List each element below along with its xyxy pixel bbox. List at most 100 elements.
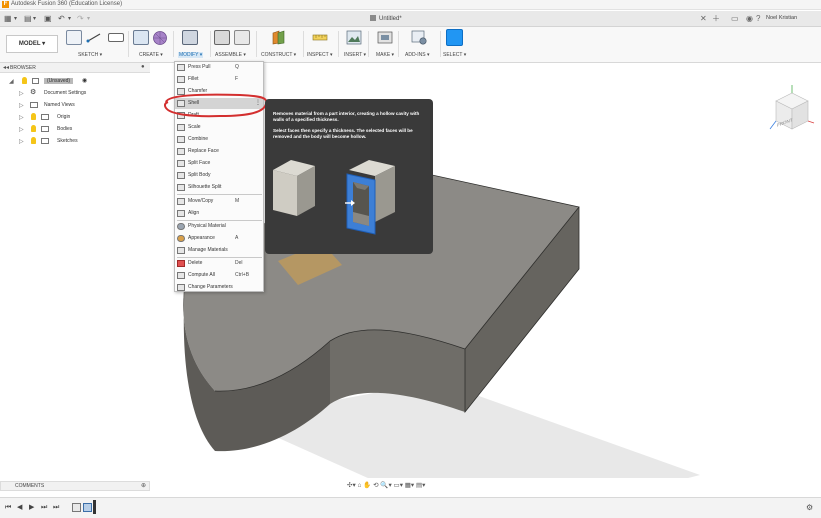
ribbon-divider: [368, 31, 369, 57]
menu-item-combine[interactable]: Combine: [175, 134, 263, 145]
add-comment-icon[interactable]: ⊕: [141, 482, 146, 489]
browser-item-origin[interactable]: ▷ Origin: [0, 112, 150, 123]
menu-item-silhouette-split[interactable]: Silhouette Split: [175, 182, 263, 193]
visibility-bulb-icon[interactable]: [31, 113, 36, 120]
menu-item-physical-material[interactable]: Physical Material: [175, 221, 263, 232]
menu-item-appearance[interactable]: Appearance A: [175, 233, 263, 244]
undo-icon[interactable]: ↶: [58, 14, 65, 24]
expand-icon[interactable]: ▷: [19, 90, 24, 97]
undo-chevron-icon[interactable]: ▾: [68, 14, 71, 24]
redo-chevron-icon[interactable]: ▾: [87, 14, 90, 24]
grid-menu-icon[interactable]: ▦: [4, 14, 12, 24]
menu-item-fillet[interactable]: Fillet F: [175, 74, 263, 85]
document-cube-icon: [370, 15, 376, 21]
addins-group-label[interactable]: ADD-INS ▾: [405, 52, 429, 58]
pin-icon[interactable]: ●: [141, 64, 145, 70]
step-forward-icon[interactable]: ⏭: [41, 503, 47, 513]
comments-panel-header[interactable]: COMMENTS ⊕: [0, 481, 150, 491]
help-icon[interactable]: ?: [756, 14, 760, 24]
menu-item-press-pull[interactable]: Press Pull Q: [175, 62, 263, 73]
offset-plane-icon[interactable]: [270, 30, 286, 45]
close-tab-icon[interactable]: ✕: [700, 14, 707, 24]
assemble-group-label[interactable]: ASSEMBLE ▾: [215, 52, 246, 58]
menu-item-label: Silhouette Split: [188, 184, 222, 190]
browser-item-sketches[interactable]: ▷ Sketches: [0, 136, 150, 147]
menu-item-compute-all[interactable]: Compute All Ctrl+B: [175, 270, 263, 281]
select-group-label[interactable]: SELECT ▾: [443, 52, 466, 58]
timeline-sketch-feature-icon[interactable]: [72, 503, 81, 512]
menu-item-delete[interactable]: Delete Del: [175, 258, 263, 269]
combine-icon: [177, 136, 185, 143]
title-bar: F Autodesk Fusion 360 (Education License…: [0, 0, 821, 10]
timeline-settings-gear-icon[interactable]: ⚙: [806, 503, 813, 512]
line-icon[interactable]: [86, 30, 102, 45]
expand-icon[interactable]: ▷: [19, 102, 24, 109]
user-account-name[interactable]: Noel Kristian: [766, 15, 797, 21]
tab-document[interactable]: Untitled*: [370, 14, 430, 25]
file-chevron-icon[interactable]: ▾: [33, 14, 36, 24]
play-icon[interactable]: ▶: [29, 503, 34, 513]
make-group-label[interactable]: MAKE ▾: [376, 52, 394, 58]
expand-icon[interactable]: ▷: [19, 126, 24, 133]
file-icon[interactable]: ▤: [24, 14, 32, 24]
menu-item-split-face[interactable]: Split Face: [175, 158, 263, 169]
create-group-label[interactable]: CREATE ▾: [139, 52, 163, 58]
3d-print-icon[interactable]: [377, 30, 393, 45]
menu-item-move-copy[interactable]: Move/Copy M: [175, 196, 263, 207]
notifications-icon[interactable]: ◉: [746, 14, 753, 24]
create-sketch-icon[interactable]: [66, 30, 82, 45]
browser-item-document-settings[interactable]: ▷ ⚙ Document Settings: [0, 88, 150, 99]
browser-root-item[interactable]: ◢ (Unsaved) ◉: [0, 76, 150, 87]
grid-menu-chevron-icon[interactable]: ▾: [14, 14, 17, 24]
press-pull-icon[interactable]: [182, 30, 198, 45]
menu-item-split-body[interactable]: Split Body: [175, 170, 263, 181]
modify-group-label[interactable]: MODIFY ▾: [178, 52, 204, 58]
collapse-arrow-icon[interactable]: ◂◂: [3, 64, 9, 71]
visibility-bulb-icon[interactable]: [31, 137, 36, 144]
comments-title: COMMENTS: [15, 483, 45, 489]
scripts-icon[interactable]: [411, 30, 427, 45]
expand-icon[interactable]: ▷: [19, 138, 24, 145]
extrude-icon[interactable]: [133, 30, 149, 45]
browser-item-bodies[interactable]: ▷ Bodies: [0, 124, 150, 135]
menu-item-label: Fillet: [188, 76, 199, 82]
save-icon[interactable]: ▣: [44, 14, 52, 24]
go-to-end-icon[interactable]: ⏭: [53, 503, 59, 513]
ribbon-toolbar: MODEL ▾ SKETCH ▾ CREATE ▾ MODIFY ▾ ASSEM…: [0, 27, 821, 63]
expand-icon[interactable]: ▷: [19, 114, 24, 121]
step-back-icon[interactable]: ◀: [17, 503, 22, 513]
shell-tooltip: Removes material from a part interior, c…: [265, 99, 433, 254]
active-state-icon[interactable]: ◉: [82, 77, 87, 84]
browser-item-named-views[interactable]: ▷ Named Views: [0, 100, 150, 111]
construct-group-label[interactable]: CONSTRUCT ▾: [261, 52, 296, 58]
go-to-start-icon[interactable]: ⏮: [5, 503, 11, 513]
insert-image-icon[interactable]: [346, 30, 362, 45]
redo-icon[interactable]: ↷: [77, 14, 84, 24]
expand-icon[interactable]: ◢: [9, 78, 14, 85]
inspect-group-label[interactable]: INSPECT ▾: [307, 52, 332, 58]
timeline-marker[interactable]: [93, 500, 96, 514]
workspace-switcher-button[interactable]: MODEL ▾: [6, 35, 58, 53]
job-status-icon[interactable]: ▭: [731, 14, 739, 24]
sketch-group-label[interactable]: SKETCH ▾: [78, 52, 102, 58]
new-tab-icon[interactable]: ＋: [712, 14, 720, 24]
joint-icon[interactable]: [234, 30, 250, 45]
menu-item-change-parameters[interactable]: Change Parameters: [175, 282, 263, 293]
menu-item-replace-face[interactable]: Replace Face: [175, 146, 263, 157]
visibility-bulb-icon[interactable]: [22, 77, 27, 84]
form-icon[interactable]: [152, 30, 168, 45]
menu-item-label: Split Body: [188, 172, 211, 178]
menu-item-manage-materials[interactable]: Manage Materials: [175, 245, 263, 256]
navigation-toolbar[interactable]: ✣▾ ⌂ ✋ ⟲ 🔍▾ ▭▾ ▦▾ ▤▾: [347, 481, 472, 491]
manage-materials-icon: [177, 247, 185, 254]
menu-item-align[interactable]: Align: [175, 208, 263, 219]
browser-item-label: Bodies: [57, 126, 73, 132]
insert-group-label[interactable]: INSERT ▾: [344, 52, 366, 58]
visibility-bulb-icon[interactable]: [31, 125, 36, 132]
select-icon[interactable]: [446, 29, 463, 46]
measure-icon[interactable]: [312, 30, 328, 45]
timeline-extrude-feature-icon[interactable]: [83, 503, 92, 512]
rectangle-icon[interactable]: [108, 33, 124, 42]
menu-item-scale[interactable]: Scale: [175, 122, 263, 133]
new-component-icon[interactable]: [214, 30, 230, 45]
